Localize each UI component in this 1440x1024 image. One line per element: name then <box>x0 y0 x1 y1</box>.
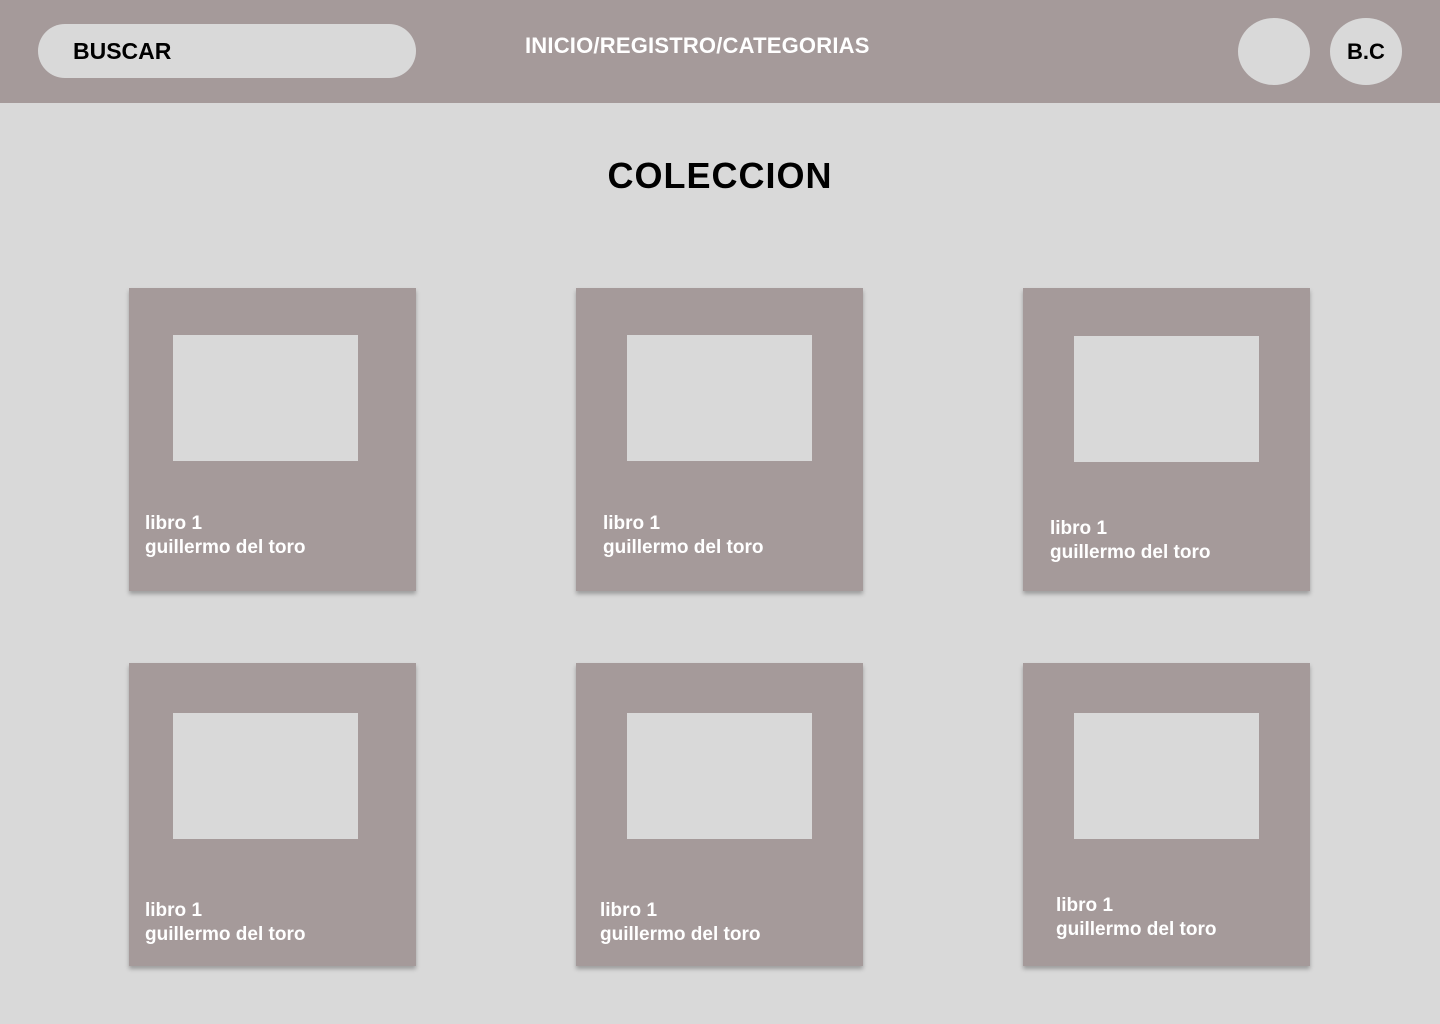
book-caption: libro 1 guillermo del toro <box>1056 894 1216 942</box>
search-input[interactable]: BUSCAR <box>38 24 416 78</box>
book-title: libro 1 <box>145 513 203 534</box>
book-caption: libro 1 guillermo del toro <box>1050 517 1210 565</box>
book-author: guillermo del toro <box>600 924 761 945</box>
book-author: guillermo del toro <box>1050 542 1211 563</box>
book-cover-image <box>173 713 358 839</box>
book-title: libro 1 <box>1056 895 1114 916</box>
book-cover-image <box>627 713 812 839</box>
book-cover-image <box>1074 336 1259 462</box>
book-card[interactable]: libro 1 guillermo del toro <box>129 663 416 966</box>
book-card[interactable]: libro 1 guillermo del toro <box>1023 288 1310 591</box>
page: BUSCAR INICIO/REGISTRO/CATEGORIAS B.C CO… <box>0 0 1440 1024</box>
book-caption: libro 1 guillermo del toro <box>145 899 305 947</box>
book-title: libro 1 <box>145 900 203 921</box>
nav-links[interactable]: INICIO/REGISTRO/CATEGORIAS <box>525 33 870 59</box>
book-caption: libro 1 guillermo del toro <box>145 512 305 560</box>
book-author: guillermo del toro <box>145 924 306 945</box>
book-card[interactable]: libro 1 guillermo del toro <box>1023 663 1310 966</box>
book-card[interactable]: libro 1 guillermo del toro <box>576 288 863 591</box>
user-initials-button[interactable]: B.C <box>1330 18 1402 85</box>
book-caption: libro 1 guillermo del toro <box>603 512 763 560</box>
book-card[interactable]: libro 1 guillermo del toro <box>576 663 863 966</box>
top-bar: BUSCAR INICIO/REGISTRO/CATEGORIAS B.C <box>0 0 1440 103</box>
book-author: guillermo del toro <box>603 537 764 558</box>
book-cover-image <box>627 335 812 461</box>
book-title: libro 1 <box>600 900 658 921</box>
book-author: guillermo del toro <box>145 537 306 558</box>
book-caption: libro 1 guillermo del toro <box>600 899 760 947</box>
book-author: guillermo del toro <box>1056 919 1217 940</box>
page-title: COLECCION <box>607 155 833 196</box>
book-card[interactable]: libro 1 guillermo del toro <box>129 288 416 591</box>
book-title: libro 1 <box>603 513 661 534</box>
avatar[interactable] <box>1238 18 1310 85</box>
book-cover-image <box>173 335 358 461</box>
book-title: libro 1 <box>1050 518 1108 539</box>
book-cover-image <box>1074 713 1259 839</box>
